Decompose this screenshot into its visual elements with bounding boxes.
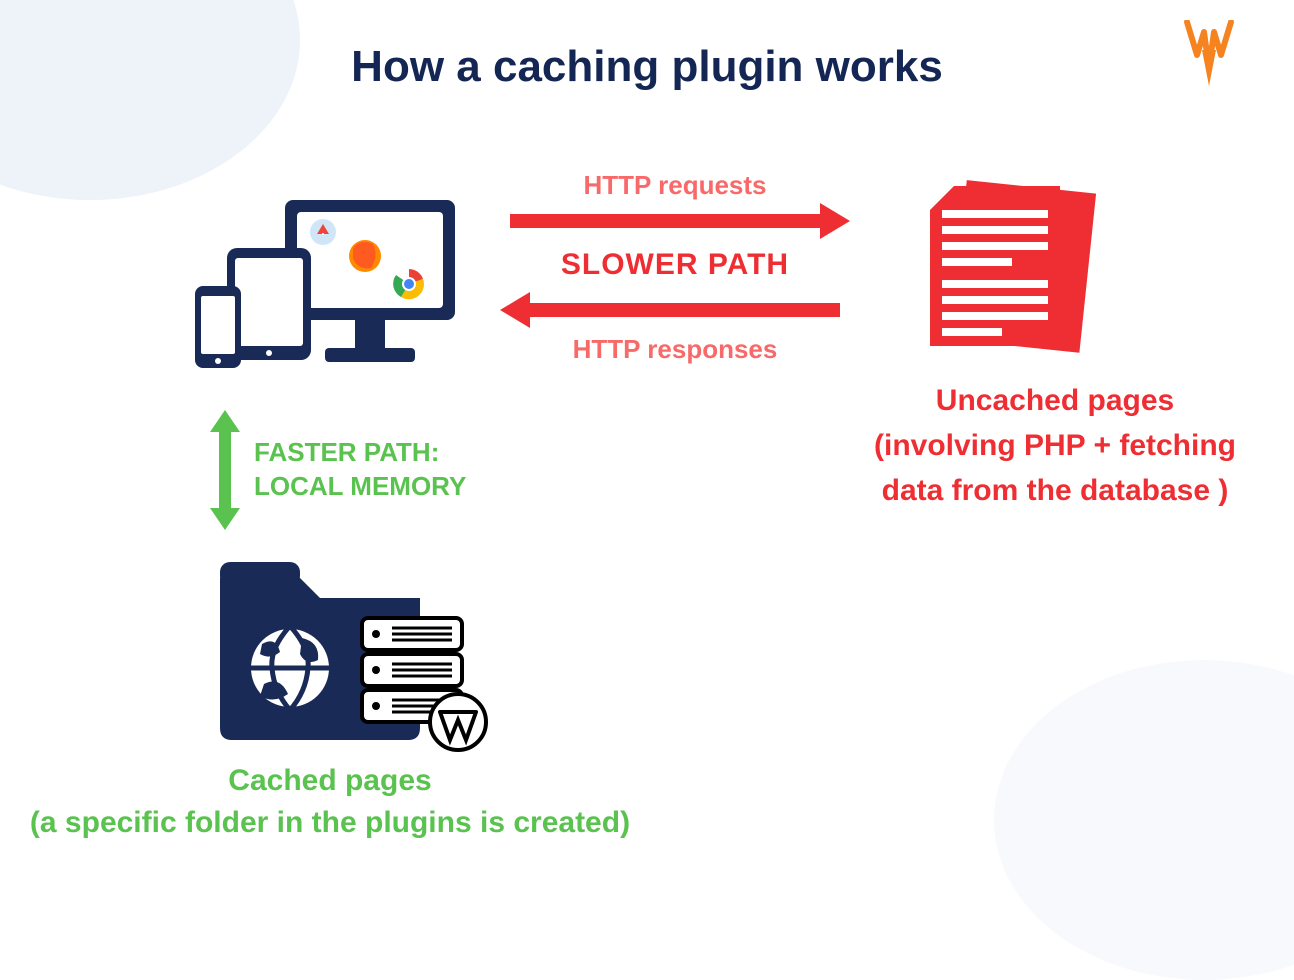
cached-caption: Cached pages (a specific folder in the p…	[10, 760, 650, 844]
slower-path-label-row: SLOWER PATH	[500, 248, 850, 282]
faster-path-line2: LOCAL MEMORY	[254, 470, 466, 504]
background-blob-top-left	[0, 0, 300, 200]
uncached-caption: Uncached pages (involving PHP + fetching…	[840, 378, 1270, 513]
diagram-title: How a caching plugin works	[0, 42, 1294, 92]
cached-heading: Cached pages	[10, 760, 650, 802]
slower-path-label: SLOWER PATH	[561, 248, 789, 282]
http-requests-label-row: HTTP requests	[500, 170, 850, 241]
faster-path-line1: FASTER PATH:	[254, 436, 466, 470]
uncached-sub: (involving PHP + fetching data from the …	[840, 423, 1270, 513]
http-requests-label: HTTP requests	[583, 170, 766, 201]
http-responses-label: HTTP responses	[573, 334, 778, 365]
uncached-heading: Uncached pages	[840, 378, 1270, 423]
http-responses-label-row: HTTP responses	[500, 290, 850, 365]
wp-rocket-logo-icon	[1184, 20, 1234, 93]
background-blob-bottom-right	[994, 660, 1294, 980]
faster-path-text: FASTER PATH: LOCAL MEMORY	[254, 436, 466, 504]
double-arrow-vertical-icon	[210, 410, 240, 530]
devices-browsers-icon	[175, 192, 465, 397]
uncached-pages-icon	[920, 180, 1130, 375]
faster-path-block: FASTER PATH: LOCAL MEMORY	[210, 410, 466, 530]
cached-sub: (a specific folder in the plugins is cre…	[10, 802, 650, 844]
cache-folder-icon	[210, 548, 500, 763]
arrow-left-icon	[500, 290, 850, 330]
arrow-right-icon	[500, 201, 850, 241]
